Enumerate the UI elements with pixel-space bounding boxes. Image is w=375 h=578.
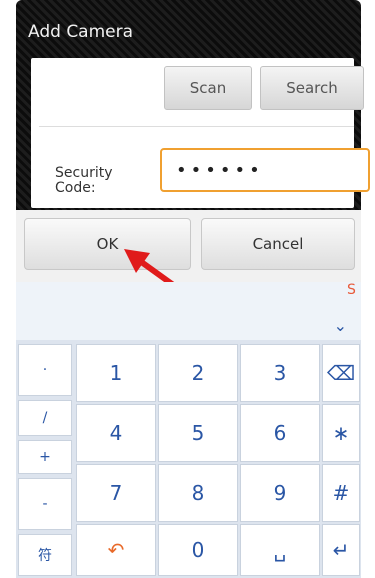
keyboard-collapse-icon[interactable]: ⌄	[334, 316, 347, 335]
key-hash[interactable]: #	[322, 464, 360, 522]
key-asterisk[interactable]: ∗	[322, 404, 360, 462]
key-plus[interactable]: +	[18, 440, 72, 474]
key-0[interactable]: 0	[158, 524, 238, 576]
key-8[interactable]: 8	[158, 464, 238, 522]
key-2[interactable]: 2	[158, 344, 238, 402]
security-code-label: Security Code:	[55, 166, 155, 196]
scan-button[interactable]: Scan	[164, 66, 252, 110]
key-minus[interactable]: -	[18, 478, 72, 530]
undo-icon[interactable]: ↶	[76, 524, 156, 576]
input-method-logo-icon: S	[347, 282, 356, 298]
dialog-content: Scan Search Security Code: ••••••	[31, 58, 370, 208]
numeric-keypad: · / + - 符 1 2 3 ⌫ 4 5 6 ∗ 7 8 9 # ↶ 0 ␣ …	[16, 340, 361, 578]
key-6[interactable]: 6	[240, 404, 320, 462]
dialog-title: Add Camera	[28, 22, 134, 42]
key-3[interactable]: 3	[240, 344, 320, 402]
backspace-icon[interactable]: ⌫	[322, 344, 360, 402]
search-button[interactable]: Search	[260, 66, 364, 110]
key-symbols[interactable]: 符	[18, 534, 72, 576]
space-icon[interactable]: ␣	[240, 524, 320, 576]
key-5[interactable]: 5	[158, 404, 238, 462]
content-divider	[39, 126, 354, 127]
enter-icon[interactable]: ↵	[322, 524, 360, 576]
security-code-label-line1: Security	[55, 165, 113, 181]
security-code-label-line2: Code:	[55, 180, 96, 196]
cancel-button[interactable]: Cancel	[201, 218, 355, 270]
security-code-input[interactable]: ••••••	[160, 148, 370, 192]
key-9[interactable]: 9	[240, 464, 320, 522]
key-dot[interactable]: ·	[18, 344, 72, 396]
key-7[interactable]: 7	[76, 464, 156, 522]
key-slash[interactable]: /	[18, 400, 72, 436]
key-4[interactable]: 4	[76, 404, 156, 462]
key-1[interactable]: 1	[76, 344, 156, 402]
keyboard-toolbar: S ⌄	[16, 282, 361, 340]
